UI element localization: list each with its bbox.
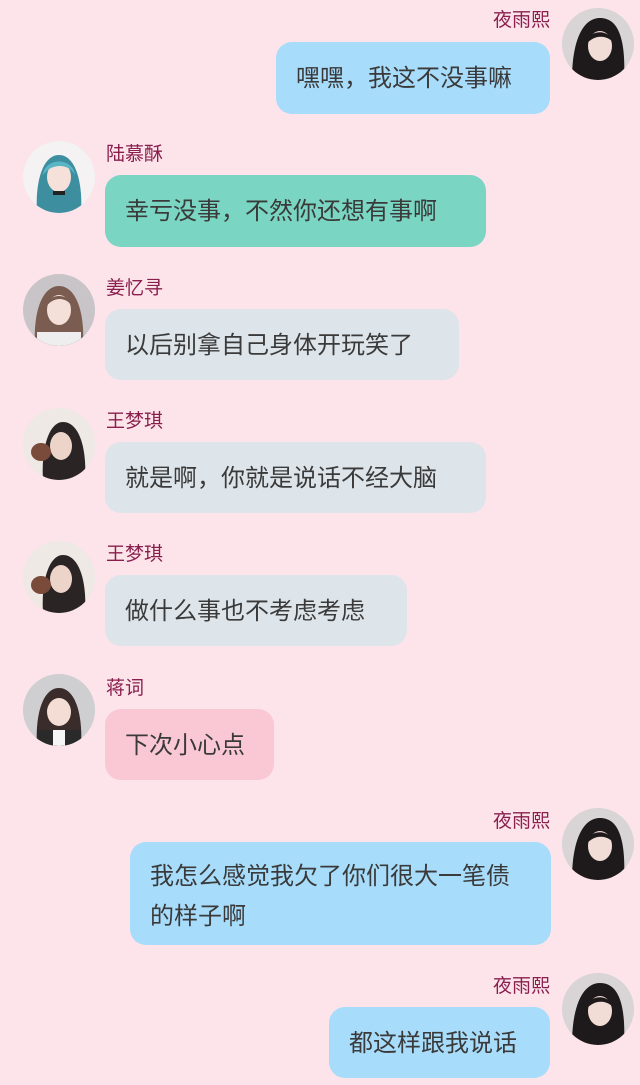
message-bubble[interactable]: 我怎么感觉我欠了你们很大一笔债的样子啊	[130, 842, 551, 945]
message-bubble[interactable]: 下次小心点	[105, 709, 274, 780]
sender-name: 蒋词	[106, 677, 145, 699]
message-bubble[interactable]: 以后别拿自己身体开玩笑了	[105, 309, 459, 380]
sender-avatar[interactable]	[562, 808, 634, 880]
message-bubble[interactable]: 嘿嘿，我这不没事嘛	[276, 42, 550, 114]
sender-avatar[interactable]	[23, 541, 95, 613]
sender-avatar[interactable]	[23, 674, 95, 746]
sender-name: 夜雨熙	[492, 975, 550, 997]
sender-name: 夜雨熙	[492, 9, 550, 31]
sender-avatar[interactable]	[23, 141, 95, 213]
sender-name: 王梦琪	[106, 543, 164, 565]
sender-name: 姜忆寻	[106, 277, 164, 299]
sender-name: 王梦琪	[106, 410, 164, 432]
sender-name: 陆慕酥	[106, 143, 164, 165]
sender-avatar[interactable]	[23, 408, 95, 480]
sender-avatar[interactable]	[562, 973, 634, 1045]
message-bubble[interactable]: 都这样跟我说话	[329, 1007, 550, 1078]
sender-name: 夜雨熙	[492, 810, 550, 832]
message-bubble[interactable]: 幸亏没事，不然你还想有事啊	[105, 175, 486, 247]
message-bubble[interactable]: 就是啊，你就是说话不经大脑	[105, 442, 486, 513]
sender-avatar[interactable]	[23, 274, 95, 346]
message-bubble[interactable]: 做什么事也不考虑考虑	[105, 575, 407, 646]
sender-avatar[interactable]	[562, 8, 634, 80]
